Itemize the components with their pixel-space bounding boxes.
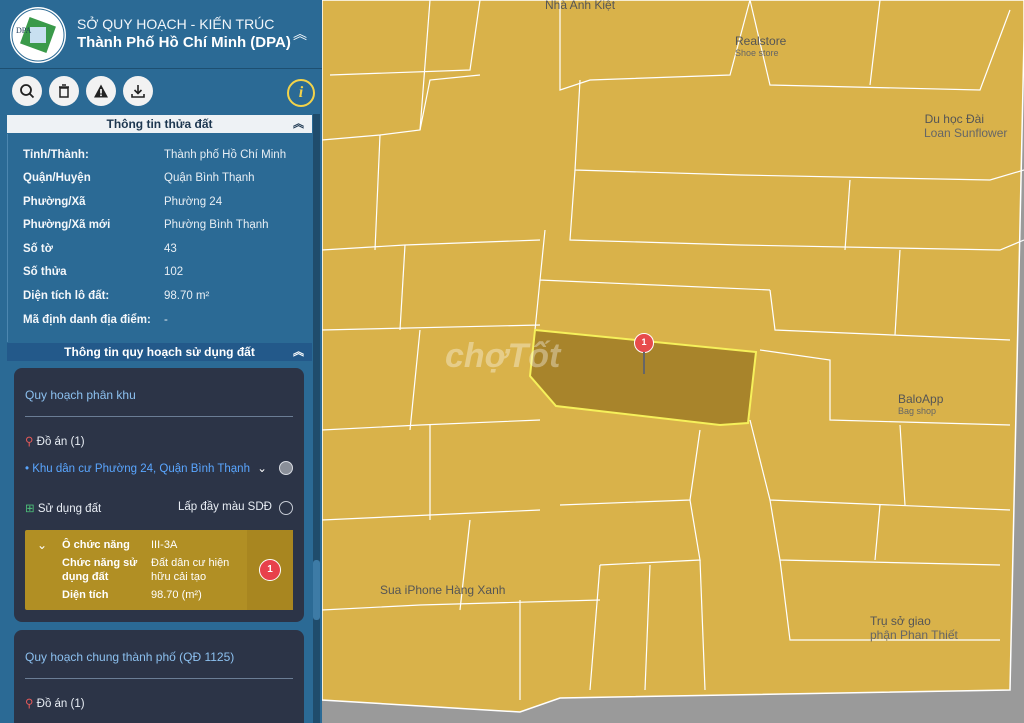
- org-name-line2: Thành Phố Hồ Chí Minh (DPA): [77, 34, 291, 51]
- info-value: Thành phố Hồ Chí Minh: [164, 149, 287, 161]
- org-name-line1: SỞ QUY HOẠCH - KIẾN TRÚC: [77, 16, 275, 32]
- parcel-info-box: Tỉnh/Thành: Thành phố Hồ Chí Minh Quận/Hu…: [7, 134, 314, 342]
- poi-sua-iphone[interactable]: Sua iPhone Hàng Xanh: [380, 583, 505, 597]
- poi-name: Realstore: [735, 34, 787, 48]
- poi-sub: Bag shop: [898, 406, 937, 416]
- land-use-label: Sử dụng đất: [37, 503, 102, 515]
- panel-header: DPA SỞ QUY HOẠCH - KIẾN TRÚC Thành Phố H…: [0, 0, 322, 69]
- chotot-watermark: chợTốt: [445, 337, 561, 375]
- info-value: 102: [164, 266, 184, 278]
- poi-sub: Shoe store: [735, 48, 779, 58]
- info-value: 43: [164, 243, 177, 255]
- land-use-header[interactable]: Thông tin quy hoạch sử dụng đất ︽: [7, 343, 312, 361]
- func-label: dụng đất: [62, 571, 109, 583]
- search-icon: [20, 84, 35, 99]
- poi-realstore[interactable]: Realstore Shoe store: [735, 34, 786, 58]
- info-value: Quận Bình Thạnh: [164, 172, 255, 184]
- poi-nha-anh-kiet[interactable]: Nhà Anh Kiệt: [545, 0, 615, 12]
- fill-color-radio[interactable]: [279, 501, 293, 515]
- function-block[interactable]: ⌄ Ô chức năng III-3A Chức năng sử Đất dâ…: [25, 530, 293, 610]
- info-value: -: [164, 314, 168, 326]
- poi-name: Du học Đài: [924, 112, 984, 126]
- land-use-title: Thông tin quy hoạch sử dụng đất: [64, 345, 255, 359]
- map-marker-stem: [643, 352, 645, 374]
- info-label: Mã định danh địa điểm:: [23, 314, 151, 326]
- location-pin-icon: ⚲: [25, 698, 34, 710]
- general-plan-title: Quy hoạch chung thành phố (QĐ 1125): [25, 650, 235, 664]
- logo-text: DPA: [16, 26, 31, 35]
- panel-scroll-thumb[interactable]: [313, 560, 320, 620]
- collapse-chevron-icon[interactable]: ︽: [293, 343, 304, 361]
- info-label: Diện tích lô đất:: [23, 290, 110, 302]
- info-label: Phường/Xã: [23, 196, 86, 208]
- func-label: Diện tích: [62, 589, 109, 601]
- download-button[interactable]: [123, 76, 153, 106]
- zoning-title: Quy hoạch phân khu: [25, 388, 136, 402]
- header-collapse-chevron-icon[interactable]: ︽: [292, 24, 308, 42]
- search-button[interactable]: [12, 76, 42, 106]
- project-name: Khu dân cư Phường 24, Quận Bình Thạnh: [32, 463, 250, 475]
- chevron-down-icon[interactable]: ⌄: [37, 538, 47, 552]
- poi-name: BaloApp: [898, 392, 944, 406]
- func-label: Ô chức năng: [62, 539, 130, 551]
- info-label: Số tờ: [23, 243, 53, 255]
- func-value: 98.70 (m²): [151, 589, 202, 601]
- func-label: Chức năng sử: [62, 557, 138, 569]
- chevron-down-icon[interactable]: ⌄: [257, 463, 267, 475]
- func-badge-area: 1: [247, 530, 293, 610]
- func-value: hữu cải tạo: [151, 571, 207, 583]
- func-value: Đất dân cư hiện: [151, 557, 230, 569]
- panel-scrollbar[interactable]: [313, 114, 320, 723]
- project-link[interactable]: • Khu dân cư Phường 24, Quận Bình Thạnh …: [25, 461, 267, 475]
- map-icon: ⊞: [25, 503, 35, 515]
- info-value: Phường 24: [164, 196, 223, 208]
- side-panel: DPA SỞ QUY HOẠCH - KIẾN TRÚC Thành Phố H…: [0, 0, 322, 723]
- info-icon: i: [298, 84, 304, 101]
- info-label: Quận/Huyện: [23, 172, 91, 184]
- project-label: Đồ án (1): [36, 436, 85, 448]
- info-value: Phường Bình Thạnh: [164, 219, 269, 231]
- poi-name: Nhà Anh Kiệt: [545, 0, 616, 12]
- project-radio[interactable]: [279, 461, 293, 475]
- poi-name: Trụ sở giao: [870, 614, 931, 628]
- download-icon: [131, 85, 145, 98]
- poi-name: Sua iPhone Hàng Xanh: [380, 583, 506, 597]
- general-plan-card: Quy hoạch chung thành phố (QĐ 1125) ⚲ Đồ…: [14, 630, 304, 723]
- dpa-logo: DPA: [10, 7, 66, 63]
- collapse-chevron-icon[interactable]: ︽: [293, 115, 304, 133]
- info-label: Tỉnh/Thành:: [23, 149, 89, 161]
- location-pin-icon: ⚲: [25, 436, 34, 448]
- poi-sub: phận Phan Thiết: [870, 628, 958, 642]
- land-use-row: ⊞ Sử dụng đất: [25, 501, 101, 515]
- poi-baloapp[interactable]: BaloApp Bag shop: [898, 392, 943, 416]
- parcel-info-header[interactable]: Thông tin thửa đất ︽: [7, 115, 312, 133]
- divider: [25, 416, 293, 417]
- info-label: Số thửa: [23, 266, 67, 278]
- info-value: 98.70 m²: [164, 290, 210, 302]
- info-label: Phường/Xã mới: [23, 219, 111, 231]
- project-count: ⚲ Đồ án (1): [25, 696, 85, 710]
- poi-sub: Loan Sunflower: [924, 126, 1008, 140]
- zoning-card: Quy hoạch phân khu ⚲ Đồ án (1) • Khu dân…: [14, 368, 304, 622]
- func-value: III-3A: [151, 539, 178, 551]
- delete-button[interactable]: [49, 76, 79, 106]
- poi-du-hoc[interactable]: Du học Đài Loan Sunflower: [924, 112, 1008, 140]
- project-label: Đồ án (1): [36, 698, 85, 710]
- toolbar: i: [0, 68, 322, 114]
- warning-icon: [94, 84, 108, 98]
- parcel-info-title: Thông tin thửa đất: [106, 117, 213, 131]
- trash-icon: [59, 84, 69, 98]
- fill-color-label: Lấp đầy màu SDĐ: [178, 501, 272, 513]
- poi-tru-so[interactable]: Trụ sở giao phận Phan Thiết: [870, 614, 958, 642]
- map-marker-pin[interactable]: 1: [634, 333, 654, 353]
- project-count: ⚲ Đồ án (1): [25, 434, 85, 448]
- func-badge[interactable]: 1: [259, 559, 281, 581]
- report-button[interactable]: [86, 76, 116, 106]
- bullet-icon: •: [25, 463, 30, 475]
- info-button[interactable]: i: [287, 79, 315, 107]
- divider: [25, 678, 293, 679]
